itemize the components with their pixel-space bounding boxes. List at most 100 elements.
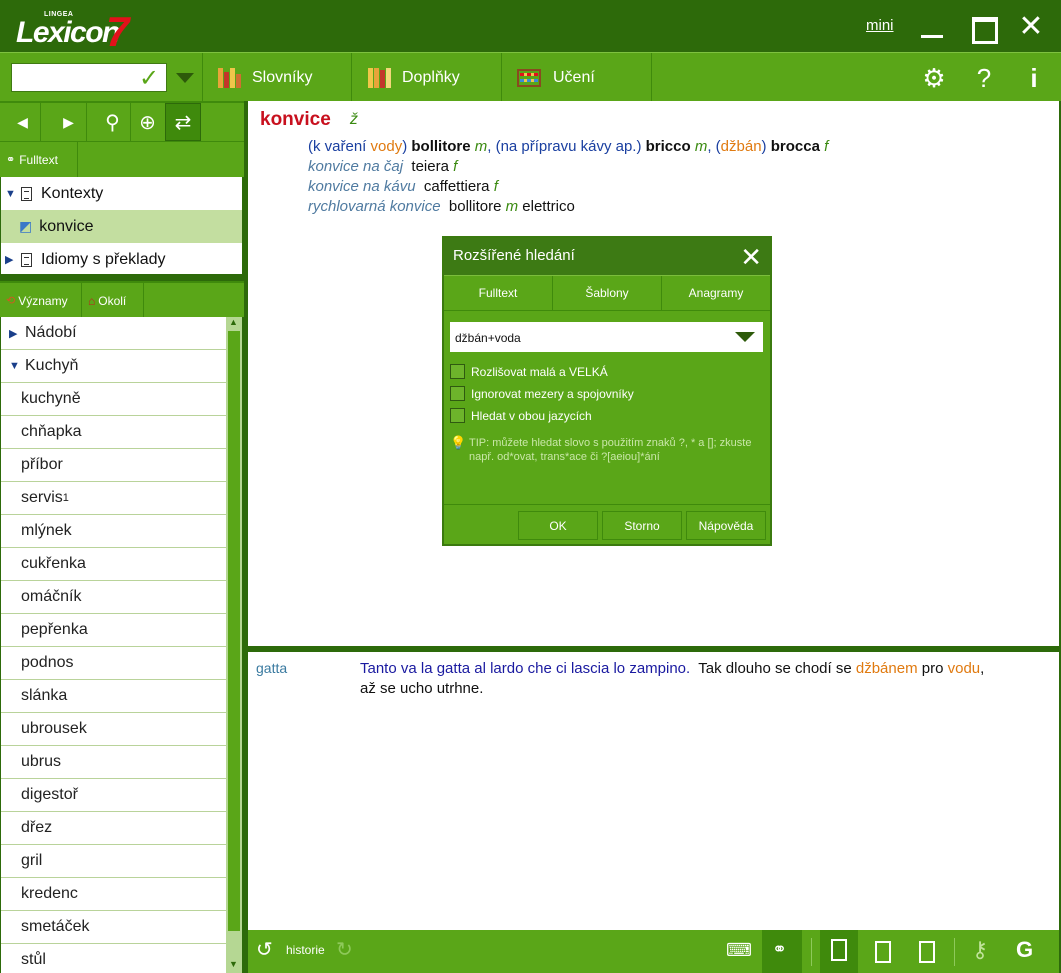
gender-marker: f bbox=[824, 138, 829, 155]
minimize-button[interactable] bbox=[918, 12, 948, 42]
checkbox-box[interactable] bbox=[450, 408, 465, 423]
phrase-translation: bollitore bbox=[448, 198, 502, 215]
list-item[interactable]: pepřenka bbox=[1, 614, 226, 647]
list-item[interactable]: ubrousek bbox=[1, 713, 226, 746]
list-item[interactable]: podnos bbox=[1, 647, 226, 680]
link-word[interactable]: vody bbox=[371, 138, 403, 155]
google-icon[interactable]: G bbox=[1016, 937, 1033, 963]
both-languages-checkbox[interactable]: Hledat v obou jazycích bbox=[450, 408, 592, 423]
expand-right-icon[interactable]: ▶ bbox=[9, 327, 25, 340]
books-icon bbox=[218, 68, 241, 88]
ignore-spaces-checkbox[interactable]: Ignorovat mezery a spojovníky bbox=[450, 386, 634, 401]
list-item[interactable]: kredenc bbox=[1, 878, 226, 911]
dialog-title: Rozšířené hledání bbox=[453, 247, 575, 264]
history-icon[interactable]: ↺ bbox=[256, 937, 273, 962]
help-icon[interactable]: ? bbox=[970, 65, 998, 91]
title-bar: LINGEA Lexicon 7 mini ✕ bbox=[0, 0, 1061, 55]
compact-view-icon[interactable] bbox=[919, 941, 935, 963]
lightbulb-icon: 💡 bbox=[450, 435, 467, 450]
main-toolbar: ✓ Slovníky Doplňky Učení ⚙ ? i bbox=[0, 52, 1061, 102]
list-item[interactable]: cukřenka bbox=[1, 548, 226, 581]
help-button[interactable]: Nápověda bbox=[686, 511, 766, 540]
maximize-button[interactable] bbox=[967, 12, 998, 44]
tab-fulltext[interactable]: Fulltext bbox=[444, 276, 553, 310]
close-button[interactable]: ✕ bbox=[1016, 12, 1046, 42]
check-icon[interactable]: ✓ bbox=[139, 64, 159, 93]
phrase-translation-extra: elettrico bbox=[522, 198, 575, 215]
fulltext-tab[interactable]: ⚭ Fulltext bbox=[0, 142, 78, 177]
result-row[interactable]: Tanto va la gatta al lardo che ci lascia… bbox=[360, 659, 1050, 699]
list-item[interactable]: dřez bbox=[1, 812, 226, 845]
word-list-scrollbar[interactable]: ▲ ▼ bbox=[226, 317, 242, 973]
surroundings-tab[interactable]: ⌂ Okolí bbox=[82, 283, 144, 318]
close-icon[interactable]: ✕ bbox=[740, 242, 762, 273]
cancel-button[interactable]: Storno bbox=[602, 511, 682, 540]
list-item[interactable]: digestoř bbox=[1, 779, 226, 812]
expand-right-icon[interactable]: ▶ bbox=[5, 253, 21, 266]
scroll-thumb[interactable] bbox=[228, 331, 240, 931]
gender-marker: m bbox=[474, 138, 488, 155]
keyboard-icon[interactable]: ⌨ bbox=[726, 940, 752, 961]
tree-item-contexts[interactable]: ▼ Kontexty bbox=[1, 177, 242, 210]
expand-down-icon[interactable]: ▼ bbox=[9, 360, 25, 372]
addons-button[interactable]: Doplňky bbox=[368, 66, 460, 90]
back-arrow-icon[interactable]: ◀ bbox=[5, 103, 41, 141]
result-keyword[interactable]: gatta bbox=[256, 660, 287, 676]
checkbox-box[interactable] bbox=[450, 364, 465, 379]
idiom-translation: až se ucho utrhne. bbox=[360, 680, 484, 697]
scroll-down-icon[interactable]: ▼ bbox=[229, 959, 238, 969]
meanings-tab[interactable]: ⟲ Významy bbox=[0, 283, 82, 318]
document-view-icon[interactable] bbox=[875, 941, 891, 963]
key-icon[interactable]: ⚷ bbox=[972, 937, 988, 963]
list-item[interactable]: chňapka bbox=[1, 416, 226, 449]
tree-item-konvice[interactable]: ◩ konvice bbox=[1, 210, 242, 243]
tree-item-label: konvice bbox=[39, 217, 94, 235]
gear-icon[interactable]: ⚙ bbox=[920, 65, 948, 91]
checkbox-box[interactable] bbox=[450, 386, 465, 401]
list-item[interactable]: mlýnek bbox=[1, 515, 226, 548]
forward-arrow-icon[interactable]: ▶ bbox=[51, 103, 87, 141]
case-sensitive-checkbox[interactable]: Rozlišovat malá a VELKÁ bbox=[450, 364, 608, 379]
logo-version: 7 bbox=[106, 8, 130, 55]
tab-anagrams[interactable]: Anagramy bbox=[662, 276, 770, 310]
search-icon[interactable]: ⚲ bbox=[95, 103, 131, 141]
list-item[interactable]: kuchyně bbox=[1, 383, 226, 416]
list-item[interactable]: omáčník bbox=[1, 581, 226, 614]
search-dropdown-icon[interactable] bbox=[176, 73, 194, 83]
learning-button[interactable]: Učení bbox=[517, 66, 595, 90]
list-item[interactable]: servis 1 bbox=[1, 482, 226, 515]
tab-templates[interactable]: Šablony bbox=[553, 276, 662, 310]
dictionaries-button[interactable]: Slovníky bbox=[218, 66, 312, 90]
dialog-titlebar[interactable]: Rozšířené hledání ✕ bbox=[444, 238, 770, 275]
abacus-icon bbox=[517, 69, 541, 87]
list-item[interactable]: smetáček bbox=[1, 911, 226, 944]
ok-button[interactable]: OK bbox=[518, 511, 598, 540]
chevron-down-icon[interactable] bbox=[735, 332, 755, 342]
mini-mode-link[interactable]: mini bbox=[866, 17, 894, 34]
list-category-nadobi[interactable]: ▶ Nádobí bbox=[1, 317, 226, 350]
toolbar-divider bbox=[351, 53, 352, 102]
list-category-kuchyn[interactable]: ▼ Kuchyň bbox=[1, 350, 226, 383]
link-word[interactable]: džbán bbox=[721, 138, 762, 155]
scroll-up-icon[interactable]: ▲ bbox=[229, 317, 238, 327]
list-item[interactable]: ubrus bbox=[1, 746, 226, 779]
advanced-search-icon[interactable]: ⊕ bbox=[130, 103, 166, 141]
phrase: konvice na kávu bbox=[308, 178, 416, 195]
binoculars-button[interactable]: ⚭ bbox=[762, 930, 802, 973]
tree-item-idioms[interactable]: ▶ Idiomy s překlady bbox=[1, 243, 242, 276]
info-icon[interactable]: i bbox=[1020, 65, 1048, 91]
list-item[interactable]: slánka bbox=[1, 680, 226, 713]
template-query-input[interactable]: džbán+voda bbox=[450, 322, 763, 352]
swap-language-icon[interactable]: ⇄ bbox=[165, 103, 201, 141]
entry-view-button[interactable] bbox=[820, 930, 858, 973]
forward-history-icon[interactable]: ↻ bbox=[336, 937, 353, 962]
history-label[interactable]: historie bbox=[286, 943, 325, 957]
list-item[interactable]: příbor bbox=[1, 449, 226, 482]
context-note: (k vaření bbox=[308, 138, 371, 155]
list-item[interactable]: gril bbox=[1, 845, 226, 878]
list-item[interactable]: stůl bbox=[1, 944, 226, 973]
expand-down-icon[interactable]: ▼ bbox=[5, 188, 21, 200]
search-input[interactable]: ✓ bbox=[11, 63, 167, 92]
tree-item-label: Idiomy s překlady bbox=[41, 250, 166, 268]
document-icon bbox=[831, 939, 847, 961]
